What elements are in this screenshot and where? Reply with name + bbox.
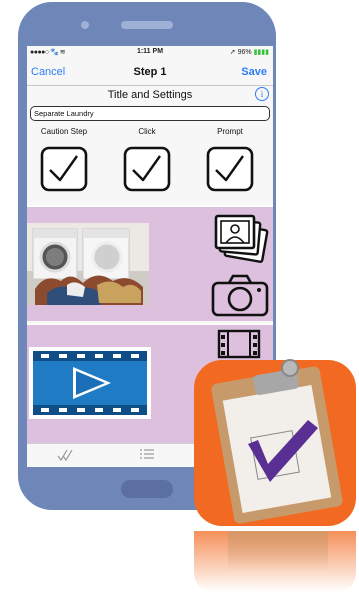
image-section xyxy=(27,205,273,321)
prompt-checkbox[interactable] xyxy=(206,146,254,192)
app-promo-stage: ●●●●○ 🐾 ≋ 1:11 PM ➚ 96% ▮▮▮▮ Cancel Step… xyxy=(0,0,359,592)
home-button[interactable] xyxy=(121,480,173,498)
app-logo-reflection xyxy=(194,531,356,592)
prompt-label: Prompt xyxy=(217,127,243,136)
app-logo xyxy=(194,359,356,526)
checkmarks-icon[interactable] xyxy=(57,448,73,462)
click-checkbox[interactable] xyxy=(123,146,171,192)
click-label: Click xyxy=(138,127,156,136)
battery-icon: ▮▮▮▮ xyxy=(253,49,269,56)
info-icon[interactable]: i xyxy=(255,87,269,101)
step-photo[interactable] xyxy=(27,223,149,305)
film-strip-icon[interactable] xyxy=(217,329,261,359)
camera-icon[interactable] xyxy=(211,273,269,317)
front-camera xyxy=(81,21,89,29)
navigation-bar: Cancel Step 1 Save xyxy=(27,58,273,86)
step-name-field[interactable]: Separate Laundry xyxy=(30,106,270,121)
battery-status: ➚ 96% ▮▮▮▮ xyxy=(229,49,269,56)
caution-step-label: Caution Step xyxy=(40,127,88,136)
list-icon[interactable] xyxy=(139,448,155,462)
status-bar: ●●●●○ 🐾 ≋ 1:11 PM ➚ 96% ▮▮▮▮ xyxy=(27,46,273,58)
photo-library-icon[interactable] xyxy=(213,213,269,263)
settings-header: Title and Settings xyxy=(107,89,193,101)
step-video[interactable] xyxy=(29,347,151,419)
nav-title: Step 1 xyxy=(133,66,167,78)
earpiece-speaker xyxy=(121,21,173,29)
caution-step-checkbox[interactable] xyxy=(40,146,88,192)
save-button[interactable]: Save xyxy=(241,66,267,78)
